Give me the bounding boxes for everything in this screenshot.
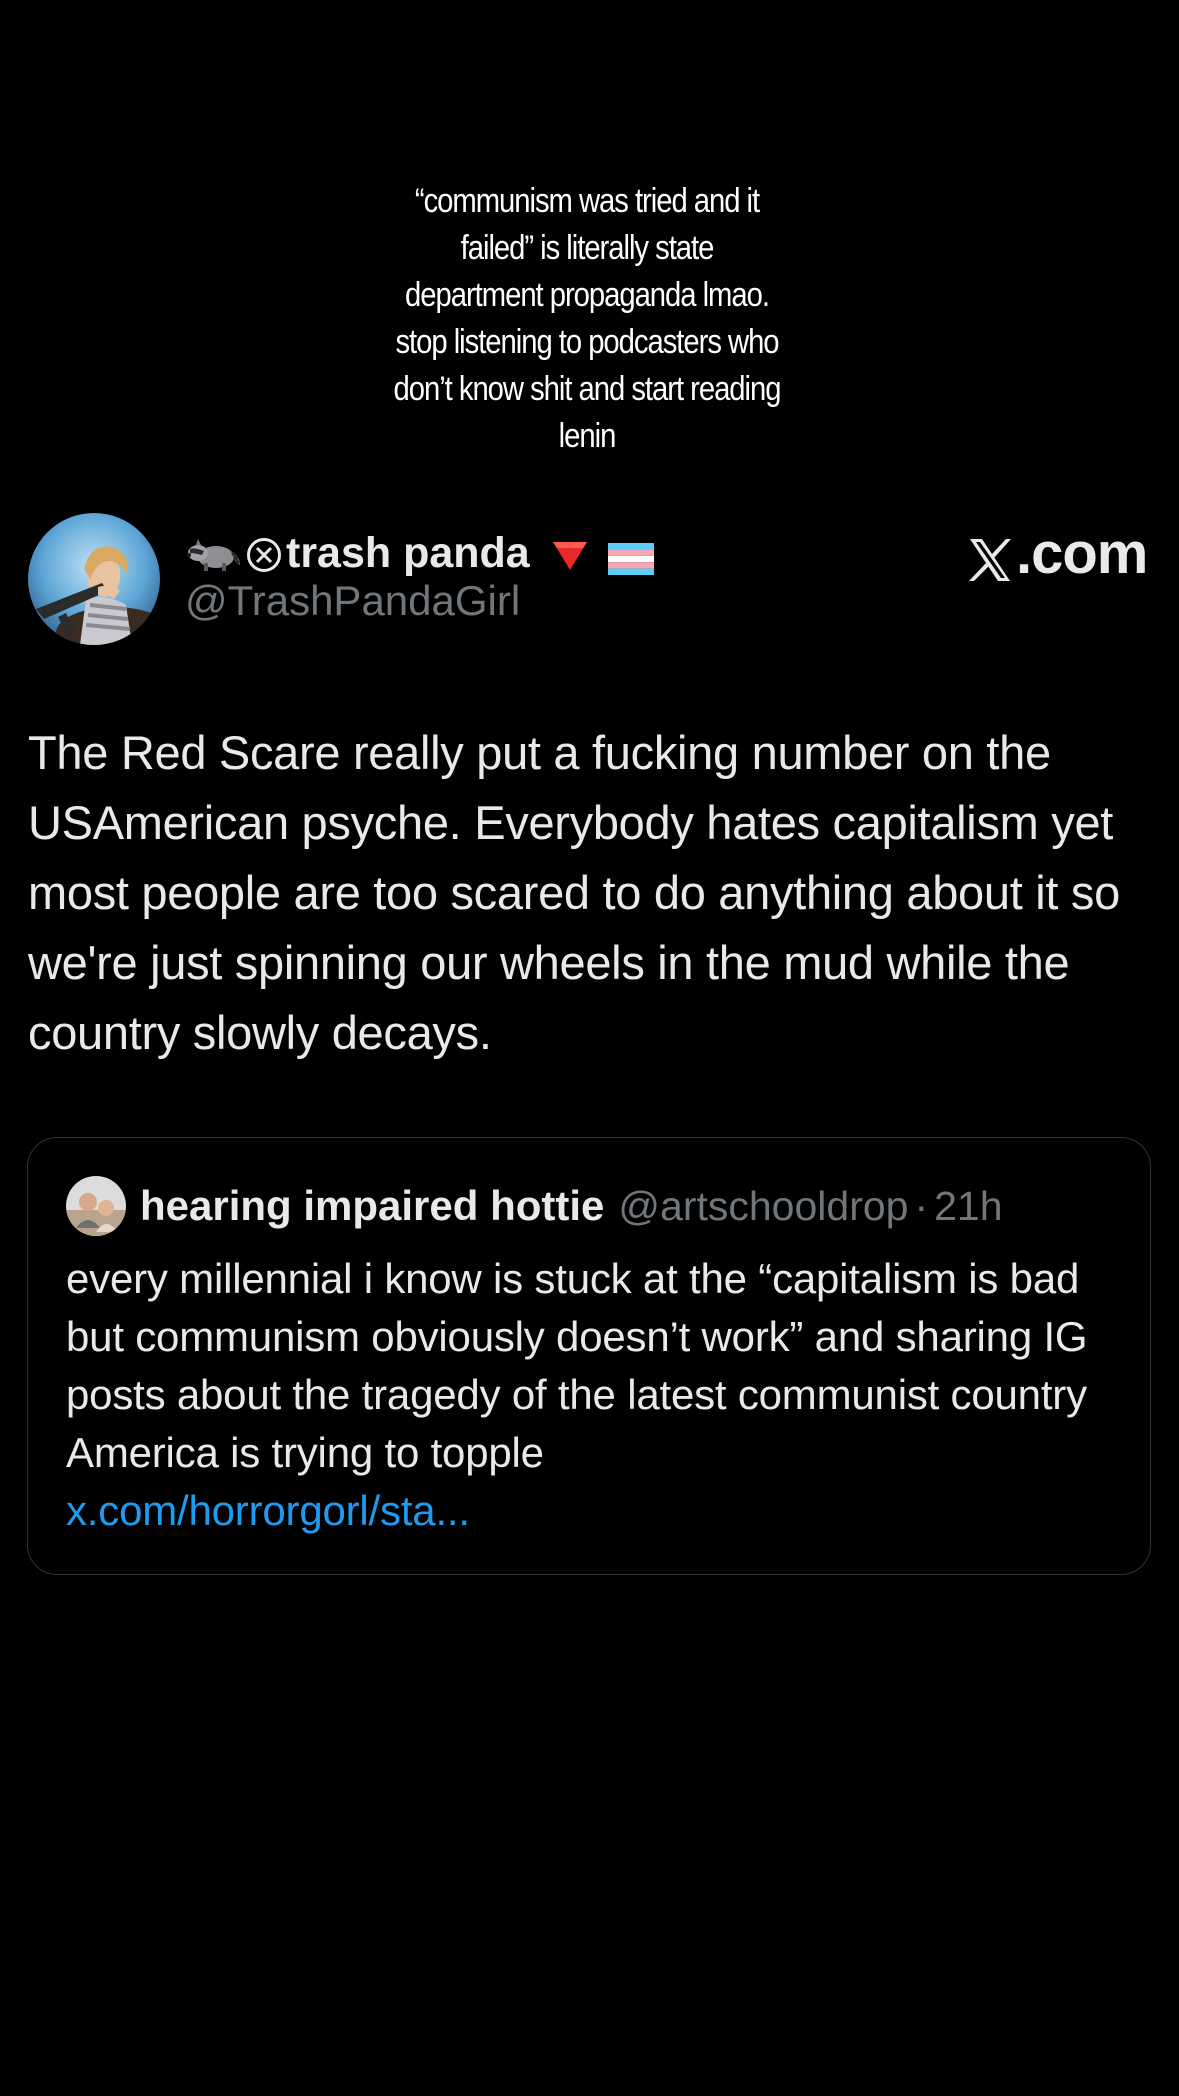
- quoted-tweet-text: every millennial i know is stuck at the …: [66, 1250, 1126, 1540]
- quoted-tweet-avatar[interactable]: [66, 1176, 126, 1236]
- author-name-row[interactable]: trash panda: [186, 525, 654, 581]
- quoted-tweet-handle[interactable]: @artschooldrop: [618, 1183, 908, 1230]
- quoted-tweet-header: hearing impaired hottie @artschooldrop ·…: [66, 1176, 1130, 1236]
- tweet-text: The Red Scare really put a fucking numbe…: [28, 726, 1120, 1059]
- site-watermark-label: .com: [1016, 520, 1148, 586]
- avatar[interactable]: [28, 513, 160, 645]
- quoted-tweet-display-name[interactable]: hearing impaired hottie: [140, 1182, 604, 1230]
- author-handle[interactable]: @TrashPandaGirl: [185, 577, 520, 625]
- raccoon-icon: [186, 533, 242, 573]
- tweet-header: trash panda @TrashPandaGirl .com: [28, 513, 1179, 647]
- x-logo-icon: [968, 530, 1012, 581]
- quoted-tweet-body: every millennial i know is stuck at the …: [66, 1255, 1088, 1476]
- site-watermark: .com: [968, 513, 1148, 593]
- red-triangle-icon: [550, 535, 590, 571]
- quoted-tweet-card[interactable]: hearing impaired hottie @artschooldrop ·…: [27, 1137, 1151, 1575]
- quoted-tweet-separator: ·: [914, 1182, 929, 1229]
- circle-x-icon: [246, 535, 282, 572]
- quoted-tweet-link[interactable]: x.com/horrorgorl/sta...: [66, 1487, 470, 1534]
- overlay-caption: “communism was tried and it failed” is l…: [393, 182, 782, 455]
- author-display-name: trash panda: [286, 528, 530, 577]
- quoted-tweet-timestamp[interactable]: 21h: [934, 1183, 1002, 1230]
- transgender-flag-icon: [607, 537, 654, 575]
